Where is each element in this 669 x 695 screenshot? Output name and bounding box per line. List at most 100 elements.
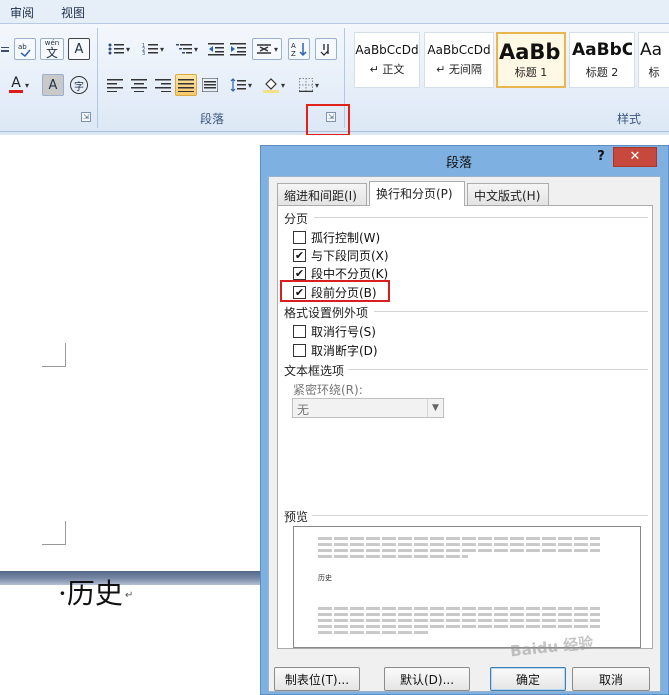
pagination-section-label: 分页 xyxy=(284,212,309,226)
option-label: 取消断字(D) xyxy=(311,343,378,358)
style-no-spacing[interactable]: AaBbCcDd ↵ 无间隔 xyxy=(424,32,494,88)
decrease-indent-icon xyxy=(208,43,224,56)
borders-button[interactable]: ▾ xyxy=(294,74,324,96)
preview-line xyxy=(318,613,600,616)
suppress-line-numbers-checkbox[interactable] xyxy=(293,324,306,338)
menu-tab-view[interactable]: 视图 xyxy=(61,4,85,21)
paragraph-group-label: 段落 xyxy=(200,112,225,126)
style-sample: AaBbCcDd xyxy=(427,43,491,57)
line-spacing-icon xyxy=(230,78,246,92)
tab-asian-typography[interactable]: 中文版式(H) xyxy=(467,183,549,205)
section-divider xyxy=(314,217,648,218)
font-dialog-launcher[interactable]: ⇲ xyxy=(81,112,91,122)
preview-line xyxy=(318,543,600,546)
bullets-button[interactable]: ▾ xyxy=(104,38,134,60)
phonetic-button[interactable]: wén 文 xyxy=(40,38,64,60)
option-highlight-box xyxy=(280,280,390,302)
wen-glyph: 文 xyxy=(45,45,58,60)
tab-stops-button[interactable]: 制表位(T)... xyxy=(274,667,360,691)
preview-line xyxy=(318,625,600,628)
justify-button[interactable] xyxy=(175,74,197,96)
style-title[interactable]: Aa 标 xyxy=(638,32,669,88)
font-color-button[interactable]: A ▾ xyxy=(2,74,36,96)
paragraph-mark-icon xyxy=(320,44,329,56)
align-right-icon xyxy=(155,79,171,92)
font-tool-partial[interactable] xyxy=(0,38,10,60)
style-name: ↵ 无间隔 xyxy=(436,63,482,76)
numbering-button[interactable]: 1 2 3 ▾ xyxy=(138,38,168,60)
align-center-button[interactable] xyxy=(128,74,150,96)
paint-bucket-icon xyxy=(262,78,279,93)
option-label: 段中不分页(K) xyxy=(311,266,389,281)
preview-section-label: 预览 xyxy=(284,510,309,524)
align-left-icon xyxy=(107,79,123,92)
multilevel-list-icon xyxy=(175,44,192,54)
distributed-button[interactable] xyxy=(199,74,221,96)
widow-control-checkbox[interactable] xyxy=(293,230,306,244)
preview-line xyxy=(318,549,600,552)
style-name: 标 xyxy=(648,66,660,79)
sort-button[interactable]: AZ xyxy=(288,38,310,60)
help-button[interactable]: ? xyxy=(591,149,611,169)
keep-with-next-checkbox[interactable]: ✔ xyxy=(293,248,306,262)
tab-line-page-breaks[interactable]: 换行和分页(P) xyxy=(369,181,465,206)
style-heading-2[interactable]: AaBbC 标题 2 xyxy=(569,32,635,88)
chevron-down-icon[interactable]: ▼ xyxy=(427,399,443,417)
borders-icon xyxy=(298,78,313,92)
widow-control-option[interactable]: 孤行控制(W) xyxy=(293,229,380,245)
menu-tab-review[interactable]: 审阅 xyxy=(10,4,34,21)
bullets-icon xyxy=(108,43,124,55)
no-hyphenation-option[interactable]: 取消断字(D) xyxy=(293,342,378,358)
tight-wrap-value: 无 xyxy=(297,403,310,417)
style-heading-1[interactable]: AaBb 标题 1 xyxy=(496,32,566,88)
increase-indent-button[interactable] xyxy=(228,38,248,60)
keep-lines-together-option[interactable]: ✔ 段中不分页(K) xyxy=(293,265,388,281)
style-sample: AaBbCcDd xyxy=(355,43,419,57)
keep-lines-together-checkbox[interactable]: ✔ xyxy=(293,266,306,280)
show-marks-button[interactable] xyxy=(315,38,337,60)
cancel-button[interactable]: 取消 xyxy=(572,667,650,691)
align-left-button[interactable] xyxy=(104,74,126,96)
increase-indent-icon xyxy=(230,43,246,56)
ok-button[interactable]: 确定 xyxy=(490,667,566,691)
set-default-button[interactable]: 默认(D)... xyxy=(384,667,470,691)
enclose-char-button[interactable]: 字 xyxy=(68,74,90,96)
tight-wrap-select[interactable]: 无 ▼ xyxy=(292,398,444,418)
tab-indent-spacing[interactable]: 缩进和间距(I) xyxy=(277,183,367,205)
group-separator xyxy=(97,28,98,128)
line-spacing-button[interactable]: ▾ xyxy=(226,74,256,96)
svg-text:Z: Z xyxy=(291,50,296,57)
phonetic-guide-button[interactable]: ab xyxy=(14,38,36,60)
char-border-button[interactable]: A xyxy=(68,38,90,60)
style-normal[interactable]: AaBbCcDd ↵ 正文 xyxy=(354,32,420,88)
preview-sample-text: 历史 xyxy=(318,574,332,582)
align-right-button[interactable] xyxy=(152,74,174,96)
no-hyphenation-checkbox[interactable] xyxy=(293,343,306,357)
option-label: 取消行号(S) xyxy=(311,324,376,339)
close-button[interactable]: ✕ xyxy=(613,147,657,167)
decrease-indent-button[interactable] xyxy=(206,38,226,60)
suppress-line-numbers-option[interactable]: 取消行号(S) xyxy=(293,323,376,339)
shading-button[interactable]: ▾ xyxy=(258,74,290,96)
section-divider xyxy=(374,311,648,312)
char-shading-button[interactable]: A xyxy=(42,74,64,96)
dialog-titlebar[interactable]: 段落 ? ✕ xyxy=(261,146,668,174)
option-label: 与下段同页(X) xyxy=(311,248,389,263)
crop-mark xyxy=(42,521,66,545)
phonetic-guide-icon: ab xyxy=(18,43,31,57)
preview-line xyxy=(318,619,600,622)
style-name: ↵ 正文 xyxy=(369,63,405,76)
option-label: 孤行控制(W) xyxy=(311,230,381,245)
style-sample: AaBb xyxy=(499,40,561,64)
asian-layout-button[interactable]: ▾ xyxy=(252,38,282,60)
multilevel-list-button[interactable]: ▾ xyxy=(172,38,202,60)
document-text[interactable]: ·历史 xyxy=(58,572,123,612)
exceptions-section-label: 格式设置例外项 xyxy=(284,306,369,320)
keep-with-next-option[interactable]: ✔ 与下段同页(X) xyxy=(293,247,389,263)
align-center-icon xyxy=(131,79,147,92)
styles-gallery: AaBbCcDd ↵ 正文 AaBbCcDd ↵ 无间隔 AaBb 标题 1 A… xyxy=(352,32,669,88)
enclose-char-icon: 字 xyxy=(70,76,88,94)
textbox-section-label: 文本框选项 xyxy=(284,364,345,378)
preview-line xyxy=(318,537,600,540)
char-shading-label: A xyxy=(48,77,58,93)
